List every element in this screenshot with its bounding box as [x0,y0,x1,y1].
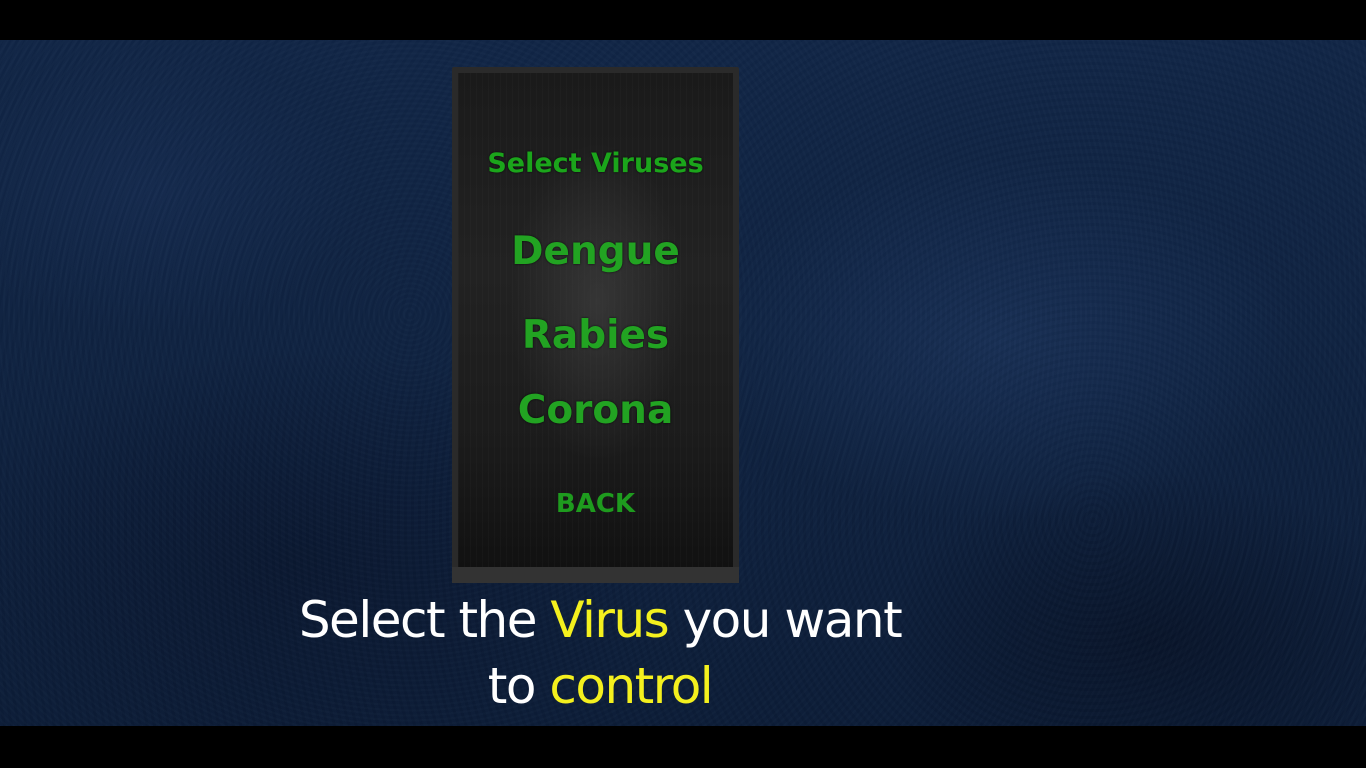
virus-select-screen: Select Viruses Dengue Rabies Corona BACK [458,73,733,567]
menu-title: Select Viruses [487,148,704,179]
caption-text: you want [668,591,903,649]
virus-option-rabies[interactable]: Rabies [458,313,733,358]
back-button[interactable]: BACK [458,489,733,519]
virus-option-corona[interactable]: Corona [458,388,733,433]
video-frame: Select Viruses Dengue Rabies Corona BACK… [0,40,1366,726]
caption-highlight-virus: Virus [550,591,669,649]
caption-line-1: Select the Virus you want [180,587,1020,653]
caption-text: Select the [298,591,551,649]
letterbox-bottom [0,726,1366,768]
phone-mockup: Select Viruses Dengue Rabies Corona BACK [452,67,739,583]
caption-line-2: to control [180,653,1020,719]
virus-option-dengue[interactable]: Dengue [458,229,733,274]
caption-subtitle: Select the Virus you want to control [180,587,1020,719]
caption-text: to [487,657,550,715]
letterbox-top [0,0,1366,40]
phone-bottom-bezel [452,567,739,583]
caption-highlight-control: control [549,657,713,715]
